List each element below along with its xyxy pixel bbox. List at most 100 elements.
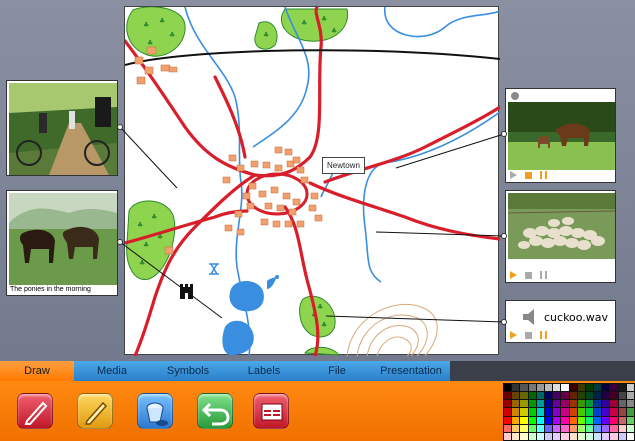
palette-swatch[interactable] <box>528 408 536 416</box>
palette-swatch[interactable] <box>520 416 528 424</box>
palette-swatch[interactable] <box>577 424 585 432</box>
palette-swatch[interactable] <box>528 424 536 432</box>
photo-card-ponies[interactable]: The ponies in the morning <box>6 190 118 296</box>
palette-swatch[interactable] <box>610 408 618 416</box>
palette-swatch[interactable] <box>536 424 544 432</box>
palette-swatch[interactable] <box>561 392 569 400</box>
media-card-sheep-video[interactable] <box>505 190 616 283</box>
palette-swatch[interactable] <box>553 416 561 424</box>
palette-swatch[interactable] <box>504 416 512 424</box>
palette-swatch[interactable] <box>569 384 577 392</box>
palette-swatch[interactable] <box>536 432 544 440</box>
map-canvas[interactable]: ♣ ♣ ♣ ♣ ♣ ♣ ♣ ♣ ♣ ♣ ♣ ♣ ♣ ♣ ♣ ♣ <box>123 5 502 358</box>
palette-swatch[interactable] <box>561 384 569 392</box>
palette-swatch[interactable] <box>504 432 512 440</box>
palette-swatch[interactable] <box>602 408 610 416</box>
stop-icon[interactable] <box>525 171 532 179</box>
photo-anchor-cyclists[interactable] <box>117 124 123 130</box>
palette-swatch[interactable] <box>618 392 626 400</box>
palette-swatch[interactable] <box>577 384 585 392</box>
palette-swatch[interactable] <box>569 424 577 432</box>
palette-swatch[interactable] <box>512 424 520 432</box>
palette-swatch[interactable] <box>602 400 610 408</box>
palette-swatch[interactable] <box>618 432 626 440</box>
palette-swatch[interactable] <box>536 392 544 400</box>
palette-swatch[interactable] <box>594 392 602 400</box>
palette-swatch[interactable] <box>569 408 577 416</box>
stop-icon[interactable] <box>525 271 532 279</box>
palette-swatch[interactable] <box>577 392 585 400</box>
stop-icon[interactable] <box>525 331 532 339</box>
palette-swatch[interactable] <box>626 392 634 400</box>
palette-swatch[interactable] <box>536 408 544 416</box>
palette-swatch[interactable] <box>520 408 528 416</box>
tab-labels[interactable]: Labels <box>226 361 302 381</box>
palette-swatch[interactable] <box>512 392 520 400</box>
palette-swatch[interactable] <box>528 384 536 392</box>
palette-swatch[interactable] <box>602 416 610 424</box>
palette-swatch[interactable] <box>512 416 520 424</box>
palette-swatch[interactable] <box>569 400 577 408</box>
tab-media[interactable]: Media <box>74 361 150 381</box>
palette-swatch[interactable] <box>520 392 528 400</box>
palette-swatch[interactable] <box>528 400 536 408</box>
tab-draw[interactable]: Draw <box>0 361 74 381</box>
color-palette[interactable] <box>503 383 635 441</box>
palette-swatch[interactable] <box>585 432 594 440</box>
palette-swatch[interactable] <box>594 416 602 424</box>
palette-swatch[interactable] <box>569 432 577 440</box>
palette-swatch[interactable] <box>553 384 561 392</box>
palette-swatch[interactable] <box>569 416 577 424</box>
palette-swatch[interactable] <box>536 416 544 424</box>
palette-swatch[interactable] <box>544 400 553 408</box>
palette-swatch[interactable] <box>610 432 618 440</box>
pause-icon[interactable] <box>540 331 547 339</box>
palette-swatch[interactable] <box>594 424 602 432</box>
palette-swatch[interactable] <box>536 400 544 408</box>
palette-swatch[interactable] <box>544 392 553 400</box>
palette-swatch[interactable] <box>553 408 561 416</box>
palette-swatch[interactable] <box>585 424 594 432</box>
palette-swatch[interactable] <box>561 400 569 408</box>
palette-swatch[interactable] <box>618 424 626 432</box>
palette-swatch[interactable] <box>610 384 618 392</box>
palette-swatch[interactable] <box>594 400 602 408</box>
media-anchor-horse[interactable] <box>501 131 507 137</box>
palette-swatch[interactable] <box>618 384 626 392</box>
media-anchor-sheep[interactable] <box>501 233 507 239</box>
palette-swatch[interactable] <box>544 416 553 424</box>
palette-swatch[interactable] <box>585 408 594 416</box>
pencil-yellow-icon[interactable] <box>77 393 113 429</box>
palette-swatch[interactable] <box>512 400 520 408</box>
tab-symbols[interactable]: Symbols <box>150 361 226 381</box>
undo-icon[interactable] <box>197 393 233 429</box>
tab-file[interactable]: File <box>302 361 372 381</box>
palette-swatch[interactable] <box>602 424 610 432</box>
palette-swatch[interactable] <box>544 424 553 432</box>
palette-swatch[interactable] <box>610 424 618 432</box>
palette-swatch[interactable] <box>504 400 512 408</box>
palette-swatch[interactable] <box>553 392 561 400</box>
palette-swatch[interactable] <box>561 424 569 432</box>
palette-swatch[interactable] <box>504 424 512 432</box>
palette-swatch[interactable] <box>626 408 634 416</box>
play-icon[interactable] <box>510 171 517 179</box>
palette-swatch[interactable] <box>610 400 618 408</box>
palette-swatch[interactable] <box>544 432 553 440</box>
palette-swatch[interactable] <box>512 432 520 440</box>
palette-swatch[interactable] <box>528 416 536 424</box>
palette-swatch[interactable] <box>504 392 512 400</box>
palette-swatch[interactable] <box>626 416 634 424</box>
palette-swatch[interactable] <box>585 416 594 424</box>
palette-swatch[interactable] <box>610 416 618 424</box>
palette-swatch[interactable] <box>553 400 561 408</box>
palette-swatch[interactable] <box>626 400 634 408</box>
palette-swatch[interactable] <box>602 384 610 392</box>
palette-swatch[interactable] <box>504 408 512 416</box>
palette-swatch[interactable] <box>602 432 610 440</box>
palette-swatch[interactable] <box>585 392 594 400</box>
palette-swatch[interactable] <box>512 384 520 392</box>
palette-swatch[interactable] <box>561 408 569 416</box>
town-label[interactable]: Newtown <box>322 157 365 174</box>
palette-swatch[interactable] <box>577 408 585 416</box>
